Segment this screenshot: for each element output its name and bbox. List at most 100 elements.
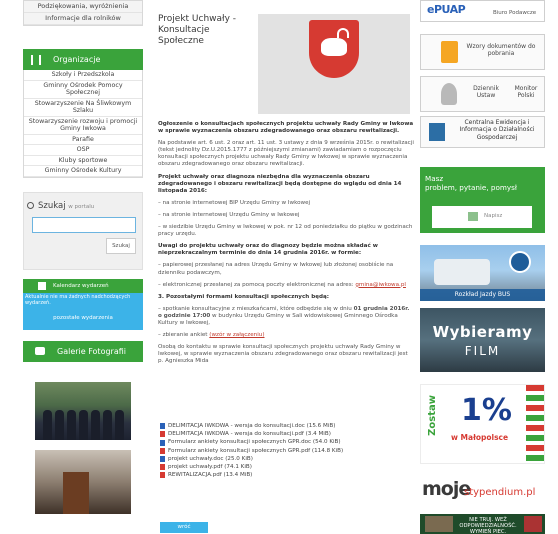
page-title: Projekt Uchwały - Konsultacje Społeczne (158, 14, 237, 46)
zostaw-1-procent-banner[interactable]: Zostaw 1% w Małopolsce (420, 384, 545, 464)
search-title: Szukaj w portalu (38, 200, 95, 211)
attachment-item[interactable]: projekt uchwały.doc (25.0 KiB) (160, 455, 410, 463)
link-informacje-rolnicy[interactable]: Informacje dla rolników (24, 13, 142, 25)
coat-of-arms-image (258, 14, 410, 114)
pencil-icon (468, 212, 478, 221)
pdf-file-icon (160, 431, 165, 438)
film-line1: Wybieramy (432, 323, 533, 341)
dziennik-monitor-banner[interactable]: Dziennik Ustaw Monitor Polski (420, 76, 545, 112)
attachment-item[interactable]: REWITALIZACJA.pdf (13.4 MiB) (160, 471, 410, 479)
article-p9: – elektronicznej przesłanej za pomocą po… (158, 281, 406, 288)
doc-file-icon (160, 455, 165, 462)
article-p5: – na stronie internetowej Urzędu Gminy w… (158, 211, 300, 218)
calendar-note: Aktualnie nie ma żadnych nadchodzących w… (25, 293, 131, 306)
email-link[interactable]: gmina@iwkowa.pl (355, 282, 406, 288)
pdf-file-icon (160, 464, 165, 471)
doc-file-icon (160, 423, 165, 430)
region-label: w Małopolsce (451, 433, 509, 442)
article-p3: Projekt uchwały oraz diagnoza niezbędna … (158, 173, 402, 194)
article-p10: 3. Pozostałymi formami konsultacji społe… (158, 293, 330, 300)
wzory-dokumentow-banner[interactable]: Wzory dokumentów do pobrania (420, 34, 545, 70)
bus-label: Rozkład Jazdy BUS (420, 289, 545, 301)
document-icon (441, 41, 458, 63)
deer-shield-icon (309, 20, 359, 78)
attachment-item[interactable]: projekt uchwały.pdf (74.1 KiB) (160, 463, 410, 471)
monitor-polski-link[interactable]: Monitor Polski (509, 85, 543, 99)
organizacje-header: Organizacje (23, 49, 143, 70)
zostaw-label: Zostaw (427, 395, 438, 436)
gallery-photo-speaker[interactable] (35, 449, 131, 514)
organizacje-title: Organizacje (53, 55, 101, 64)
write-button[interactable]: Napisz (432, 206, 532, 228)
org-item-parafie[interactable]: Parafie (24, 135, 142, 145)
moje-stypendium-banner[interactable]: moje stypendium.pl (420, 475, 545, 511)
search-panel: Szukaj w portalu Szukaj (23, 191, 143, 270)
back-button[interactable]: wróć (160, 522, 208, 533)
ceidg-banner[interactable]: Centralna Ewidencja i Informacja o Dział… (420, 116, 545, 148)
article-lead: Ogłoszenie o konsultacjach społecznych p… (158, 121, 414, 135)
epuap-banner[interactable]: ePUAP Biuro Podawcze (420, 0, 545, 22)
gallery-header: Galerie Fotografii (23, 340, 143, 362)
film-banner[interactable]: Wybieramy FILM (420, 308, 545, 372)
epuap-logo: ePUAP (427, 3, 466, 16)
bus-icon (509, 251, 531, 273)
link-podziekowania[interactable]: Podziękowania, wyróżnienia (24, 1, 142, 13)
banner-photo-2 (524, 516, 542, 532)
banner-photo (425, 516, 453, 532)
attachment-item[interactable]: DELIMITACJA IWKOWA - wersja do konsultac… (160, 430, 410, 438)
org-item-szkoly[interactable]: Szkoły i Przedszkola (24, 70, 142, 81)
article-p12: – zbieranie ankiet (wzór w załączeniu) (158, 332, 265, 339)
ceidg-icon (429, 123, 445, 141)
bus-schedule-banner[interactable]: Rozkład Jazdy BUS (420, 245, 545, 301)
article-body: Ogłoszenie o konsultacjach społecznych p… (158, 121, 414, 370)
calendar-show-all-link[interactable]: pozostałe wydarzenia (23, 315, 143, 321)
gallery-title: Galerie Fotografii (57, 346, 126, 356)
epuap-subtitle: Biuro Podawcze (493, 10, 537, 16)
percent-label: 1% (461, 393, 512, 428)
eagle-emblem-icon (441, 83, 457, 105)
attachment-item[interactable]: Formularz ankiety konsultacji społecznyc… (160, 438, 410, 446)
pdf-file-icon (160, 447, 165, 454)
search-icon (27, 201, 34, 209)
org-item-gops[interactable]: Gminny Ośrodek Pomocy Społecznej (24, 81, 142, 99)
org-item-sliwkowy-szlak[interactable]: Stowarzyszenie Na Śliwkowym Szlaku (24, 99, 142, 117)
calendar-title: Kalendarz wydarzeń (53, 282, 109, 289)
moje-logo: moje (422, 478, 471, 500)
dziennik-ustaw-link[interactable]: Dziennik Ustaw (469, 85, 503, 99)
contact-heading: Masz problem, pytanie, pomysł (425, 174, 517, 192)
article-p4: – na stronie internetowej BIP Urzędu Gmi… (158, 199, 311, 206)
decorative-strip (526, 385, 544, 463)
search-input[interactable] (32, 216, 136, 233)
article-p2: Na podstawie art. 6 ust. 2 oraz art. 11 … (158, 140, 414, 168)
search-button[interactable]: Szukaj (106, 237, 136, 254)
film-line2: FILM (464, 344, 501, 358)
attachment-item[interactable]: DELIMITACJA IWKOWA - wersja do konsultac… (160, 422, 410, 430)
article-p11: – spotkanie konsultacyjne z mieszkańcami… (158, 305, 410, 326)
org-item-kluby[interactable]: Kluby sportowe (24, 156, 142, 166)
organizacje-list: Szkoły i Przedszkola Gminny Ośrodek Pomo… (23, 70, 143, 178)
anti-smog-text: NIE TRUJ. WEŹ ODPOWIEDZIALNOŚĆ. WYMIEŃ P… (459, 517, 517, 534)
template-link[interactable]: (wzór w załączeniu) (209, 332, 264, 338)
doc-file-icon (160, 439, 165, 446)
wzory-label: Wzory dokumentów do pobrania (466, 43, 536, 57)
attachment-item[interactable]: Formularz ankiety konsultacji społecznyc… (160, 447, 410, 455)
left-sidebar: Podziękowania, wyróżnienia Informacje dl… (23, 0, 143, 514)
org-item-stowarzyszenie[interactable]: Stowarzyszenie rozwoju i promocji Gminy … (24, 117, 142, 135)
list-icon (31, 54, 41, 65)
stypendium-logo: stypendium.pl (464, 487, 536, 498)
gallery-photo-group[interactable] (35, 381, 131, 440)
anti-smog-banner[interactable]: NIE TRUJ. WEŹ ODPOWIEDZIALNOŚĆ. WYMIEŃ P… (420, 514, 545, 534)
article-p8: – papierowej przesłanej na adres Urzędu … (158, 262, 394, 276)
article-p6: – w siedzibie Urzędu Gminy w Iwkowej w p… (158, 224, 413, 238)
article-p7: Uwagi do projektu uchwały oraz do diagno… (158, 243, 378, 257)
attachments-list: DELIMITACJA IWKOWA - wersja do konsultac… (160, 422, 410, 479)
camera-icon (35, 347, 45, 355)
bus-image (434, 259, 490, 285)
pdf-file-icon (160, 472, 165, 479)
contact-banner[interactable]: Masz problem, pytanie, pomysł Napisz (420, 167, 545, 233)
ceidg-label: Centralna Ewidencja i Informacja o Dział… (459, 119, 535, 141)
org-item-gok[interactable]: Gminny Ośrodek Kultury (24, 166, 142, 177)
top-links: Podziękowania, wyróżnienia Informacje dl… (23, 0, 143, 26)
calendar-icon (38, 281, 46, 290)
org-item-osp[interactable]: OSP (24, 145, 142, 156)
